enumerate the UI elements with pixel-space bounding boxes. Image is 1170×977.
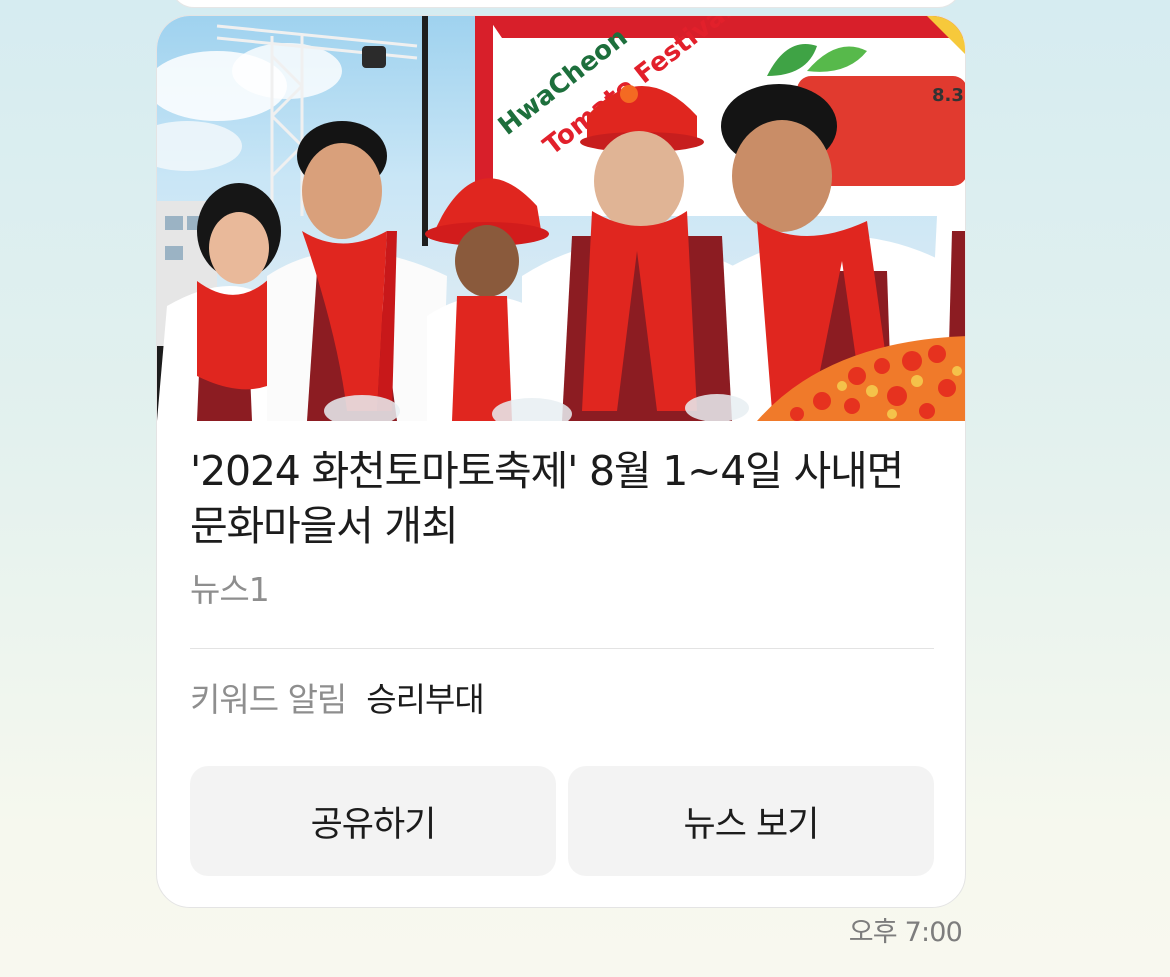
share-button[interactable]: 공유하기	[190, 766, 556, 876]
card-divider	[190, 648, 934, 649]
news-headline[interactable]: '2024 화천토마토축제' 8월 1~4일 사내면 문화마을서 개최	[190, 444, 935, 554]
news-photo[interactable]: HwaCheon Tomato Festival 8.3	[157, 16, 965, 421]
message-timestamp: 오후 7:00	[848, 917, 963, 948]
keyword-alert-row: 키워드 알림 승리부대	[190, 678, 485, 722]
previous-message-card	[170, 0, 962, 8]
svg-text:8.3: 8.3	[932, 85, 964, 106]
keyword-alert-value: 승리부대	[366, 680, 484, 719]
keyword-alert-label: 키워드 알림	[190, 680, 347, 719]
view-news-button[interactable]: 뉴스 보기	[568, 766, 934, 876]
news-source: 뉴스1	[190, 570, 270, 609]
news-alert-card[interactable]: HwaCheon Tomato Festival 8.3	[156, 15, 966, 908]
